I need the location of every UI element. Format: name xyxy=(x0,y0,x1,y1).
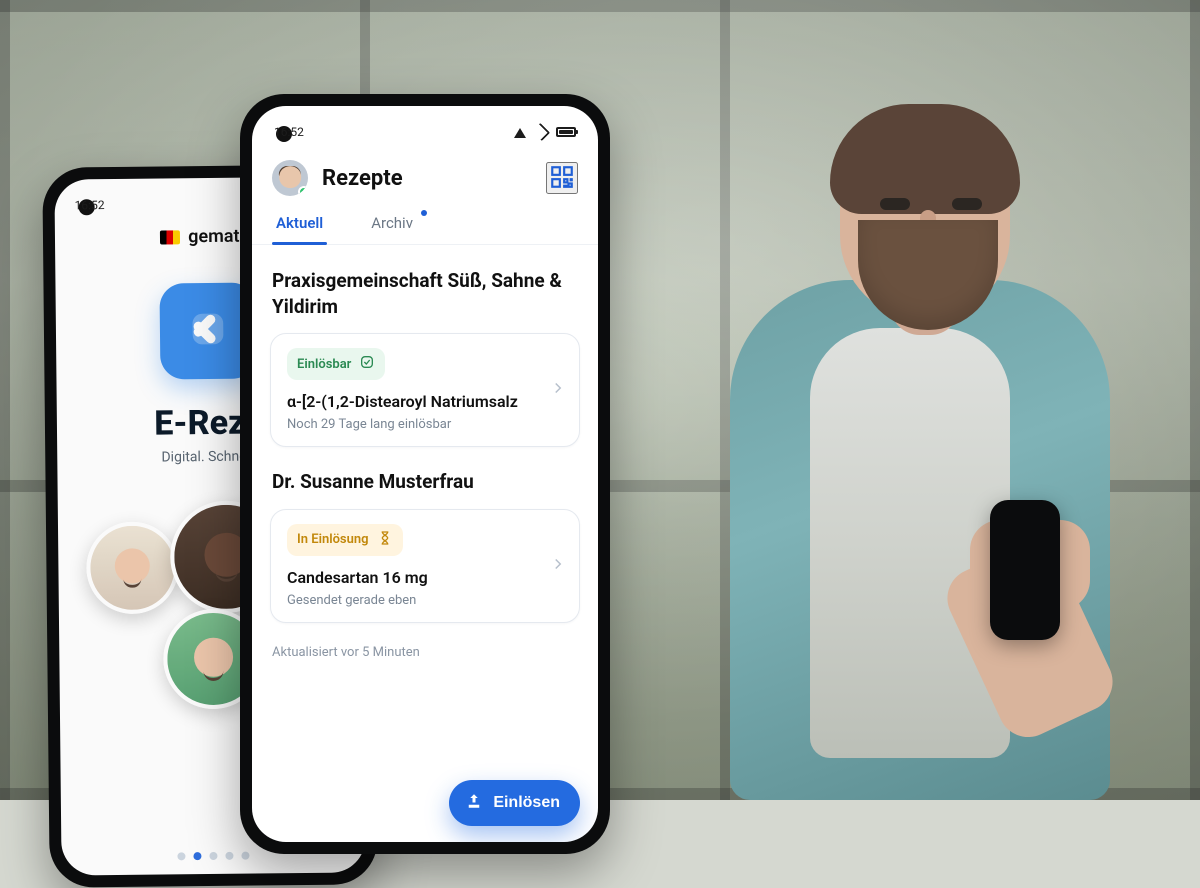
avatar[interactable] xyxy=(272,160,308,196)
last-updated: Aktualisiert vor 5 Minuten xyxy=(272,645,578,660)
pager-dots xyxy=(177,852,249,861)
practice-title: Dr. Susanne Musterfrau xyxy=(272,469,578,495)
content: Praxisgemeinschaft Süß, Sahne & Yildirim… xyxy=(252,246,598,842)
phone-in-hand xyxy=(990,500,1060,640)
redeem-label: Einlösen xyxy=(493,794,560,812)
qr-icon xyxy=(549,164,575,193)
tab-aktuell[interactable]: Aktuell xyxy=(272,204,327,244)
chevron-right-icon xyxy=(549,379,567,401)
wifi-icon xyxy=(534,126,548,138)
status-badge: In Einlösung xyxy=(287,524,403,556)
prescription-card[interactable]: Einlösbar α-[2-(1,2-Distearoyl Natriumsa… xyxy=(270,333,580,447)
medication-name: Candesartan 16 mg xyxy=(287,568,563,587)
person-illustration xyxy=(640,80,1160,800)
qr-button[interactable] xyxy=(546,162,578,194)
practice-title: Praxisgemeinschaft Süß, Sahne & Yildirim xyxy=(272,268,578,319)
status-time: 16:52 xyxy=(274,125,304,139)
tab-label: Archiv xyxy=(371,214,413,232)
german-flag-icon xyxy=(160,230,180,244)
notification-dot xyxy=(421,210,427,216)
medication-meta: Noch 29 Tage lang einlösbar xyxy=(287,417,563,432)
medication-meta: Gesendet gerade eben xyxy=(287,593,563,608)
status-bar: 16:52 xyxy=(252,120,598,144)
tab-label: Aktuell xyxy=(276,214,323,232)
badge-label: In Einlösung xyxy=(297,532,369,547)
hourglass-icon xyxy=(377,530,393,550)
medication-name: α-[2-(1,2-Distearoyl Natriumsalz xyxy=(287,392,563,411)
tab-archiv[interactable]: Archiv xyxy=(367,204,417,244)
checkmark-icon xyxy=(359,354,375,374)
status-time: 16:52 xyxy=(75,198,105,212)
tabs: Aktuell Archiv xyxy=(252,204,598,245)
page-title: Rezepte xyxy=(322,166,532,191)
pill-cross-icon xyxy=(185,306,232,356)
phone-front: 16:52 Rezepte xyxy=(240,94,610,854)
battery-icon xyxy=(556,127,576,137)
redeem-button[interactable]: Einlösen xyxy=(449,780,580,826)
presence-dot xyxy=(298,186,308,196)
signal-icon xyxy=(514,128,526,138)
app-header: Rezepte xyxy=(252,154,598,196)
status-badge: Einlösbar xyxy=(287,348,385,380)
upload-icon xyxy=(465,792,483,815)
status-indicators xyxy=(514,126,576,138)
prescription-card[interactable]: In Einlösung Candesartan 16 mg Gesendet … xyxy=(270,509,580,623)
chevron-right-icon xyxy=(549,555,567,577)
badge-label: Einlösbar xyxy=(297,357,351,372)
